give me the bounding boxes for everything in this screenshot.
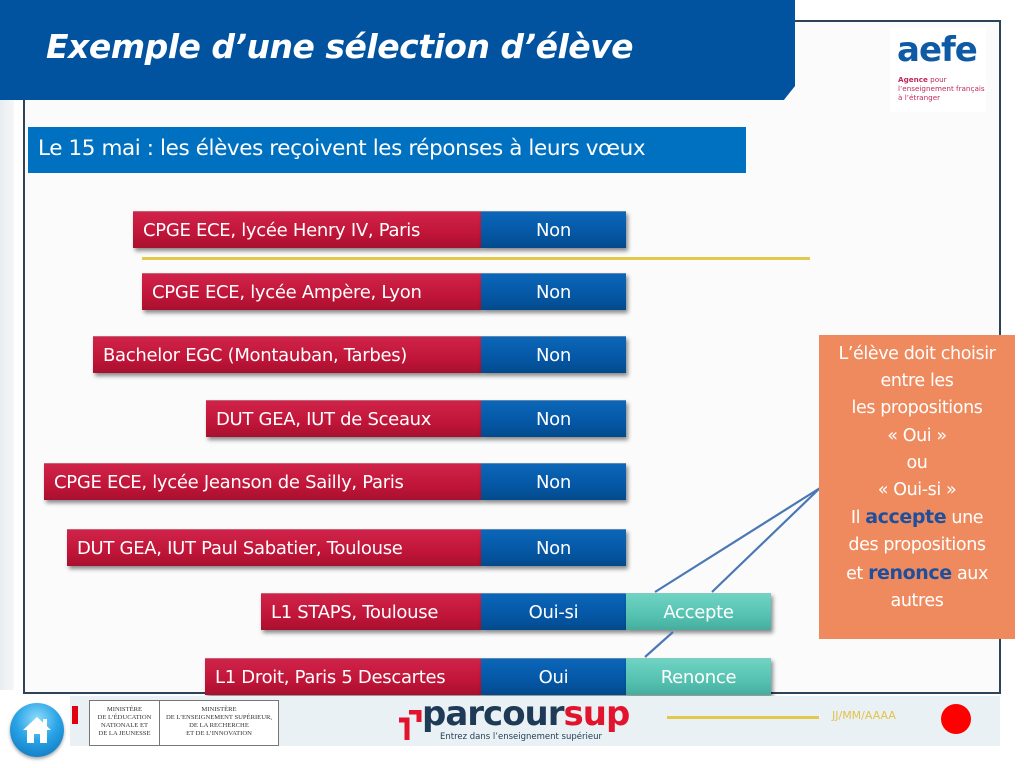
- response-badge: Non: [481, 273, 626, 310]
- response-badge: Non: [481, 400, 626, 437]
- callout-line: et renonce aux: [819, 560, 1015, 588]
- callout-line: autres: [890, 590, 944, 611]
- aefe-tagline-bold: Agence: [898, 75, 928, 84]
- callout-line: les propositions: [851, 398, 983, 419]
- ministry-text: DE L’ENSEIGNEMENT SUPÉRIEUR,: [165, 714, 273, 721]
- callout-text: une: [946, 508, 984, 529]
- response-badge: Non: [481, 211, 626, 248]
- parcoursup-tagline: Entrez dans l’enseignement supérieur: [440, 732, 602, 742]
- action-badge-accepte: Accepte: [626, 593, 771, 630]
- wish-row: DUT GEA, IUT de Sceaux Non: [206, 400, 626, 439]
- formation-label: L1 STAPS, Toulouse: [261, 593, 481, 630]
- ministry-text: DE LA JEUNESSE: [98, 730, 151, 737]
- formation-label: Bachelor EGC (Montauban, Tarbes): [93, 336, 481, 373]
- aefe-logo: aefe Agence pour l’enseignement français…: [890, 28, 986, 112]
- ministry-text: DE L’ÉDUCATION: [97, 714, 152, 721]
- explanation-callout: L’élève doit choisir entre les les propo…: [819, 335, 1015, 639]
- subtitle-banner: Le 15 mai : les élèves reçoivent les rép…: [28, 127, 746, 173]
- wish-row: DUT GEA, IUT Paul Sabatier, Toulouse Non: [67, 529, 626, 568]
- date-placeholder: JJ/MM/AAAA: [832, 709, 896, 722]
- action-badge-renonce: Renonce: [626, 658, 771, 695]
- callout-line: « Oui-si »: [877, 480, 957, 501]
- parcoursup-mark-icon: [399, 710, 422, 740]
- callout-line: des propositions: [848, 535, 986, 556]
- brand-accent: sup: [563, 694, 631, 734]
- slide-title: Exemple d’une sélection d’élève: [46, 27, 634, 66]
- brand-main: parcour: [422, 694, 565, 734]
- response-badge: Oui-si: [481, 593, 626, 630]
- wish-row: L1 Droit, Paris 5 Descartes Oui Renonce: [205, 658, 771, 697]
- callout-line: « Oui »: [887, 425, 947, 446]
- home-button[interactable]: [10, 703, 64, 757]
- callout-line: L’élève doit choisir: [838, 344, 996, 364]
- wish-row: CPGE ECE, lycée Henry IV, Paris Non: [133, 211, 626, 250]
- aefe-logo-tagline: Agence pour l’enseignement français à l’…: [898, 75, 985, 102]
- parcoursup-logo: parcoursup Entrez dans l’enseignement su…: [392, 694, 642, 747]
- formation-label: DUT GEA, IUT Paul Sabatier, Toulouse: [67, 529, 481, 566]
- aefe-logo-word: aefe: [897, 30, 978, 70]
- wish-row: CPGE ECE, lycée Ampère, Lyon Non: [142, 273, 626, 312]
- title-banner: Exemple d’une sélection d’élève: [0, 0, 795, 100]
- home-icon: [23, 717, 51, 743]
- callout-text: et: [846, 563, 869, 584]
- footer-separator-line: [667, 716, 819, 719]
- callout-line: ou: [906, 452, 928, 473]
- left-shade: [0, 100, 14, 690]
- formation-label: CPGE ECE, lycée Ampère, Lyon: [142, 273, 481, 310]
- parcoursup-wordmark: parcoursup: [422, 694, 631, 734]
- ministry-text: MINISTÈRE: [106, 706, 143, 713]
- response-badge: Oui: [481, 658, 626, 695]
- red-dot-indicator: [941, 704, 971, 734]
- callout-text: Il: [850, 508, 866, 529]
- ministry-text: NATIONALE ET: [100, 722, 149, 729]
- wish-row: CPGE ECE, lycée Jeanson de Sailly, Paris…: [44, 463, 626, 502]
- callout-text: aux: [951, 563, 988, 584]
- callout-line: Il accepte une: [819, 504, 1015, 532]
- marianne-flag-icon: [72, 706, 78, 724]
- aefe-tagline-rest: pour: [927, 75, 947, 84]
- ministry-education-logo: MINISTÈRE DE L’ÉDUCATION NATIONALE ET DE…: [89, 700, 160, 746]
- response-badge: Non: [481, 336, 626, 373]
- wish-row: L1 STAPS, Toulouse Oui-si Accepte: [261, 593, 771, 632]
- ministry-text: MINISTÈRE: [201, 706, 237, 713]
- ministry-text: ET DE L’INNOVATION: [186, 730, 252, 737]
- callout-keyword-accepte: accepte: [865, 506, 947, 529]
- separator-line: [142, 257, 810, 260]
- formation-label: L1 Droit, Paris 5 Descartes: [205, 658, 481, 695]
- aefe-tagline-line3: à l’étranger: [898, 93, 941, 102]
- republique-francaise-logo: [72, 700, 82, 732]
- response-badge: Non: [481, 529, 626, 566]
- formation-label: CPGE ECE, lycée Jeanson de Sailly, Paris: [44, 463, 481, 500]
- formation-label: CPGE ECE, lycée Henry IV, Paris: [133, 211, 481, 248]
- wish-row: Bachelor EGC (Montauban, Tarbes) Non: [93, 336, 626, 375]
- aefe-tagline-line2: l’enseignement français: [898, 84, 985, 93]
- callout-line: entre les: [880, 371, 954, 392]
- formation-label: DUT GEA, IUT de Sceaux: [206, 400, 481, 437]
- ministry-text: DE LA RECHERCHE: [189, 722, 249, 729]
- callout-keyword-renonce: renonce: [868, 561, 952, 584]
- response-badge: Non: [481, 463, 626, 500]
- ministry-higher-education-logo: MINISTÈRE DE L’ENSEIGNEMENT SUPÉRIEUR, D…: [159, 700, 279, 746]
